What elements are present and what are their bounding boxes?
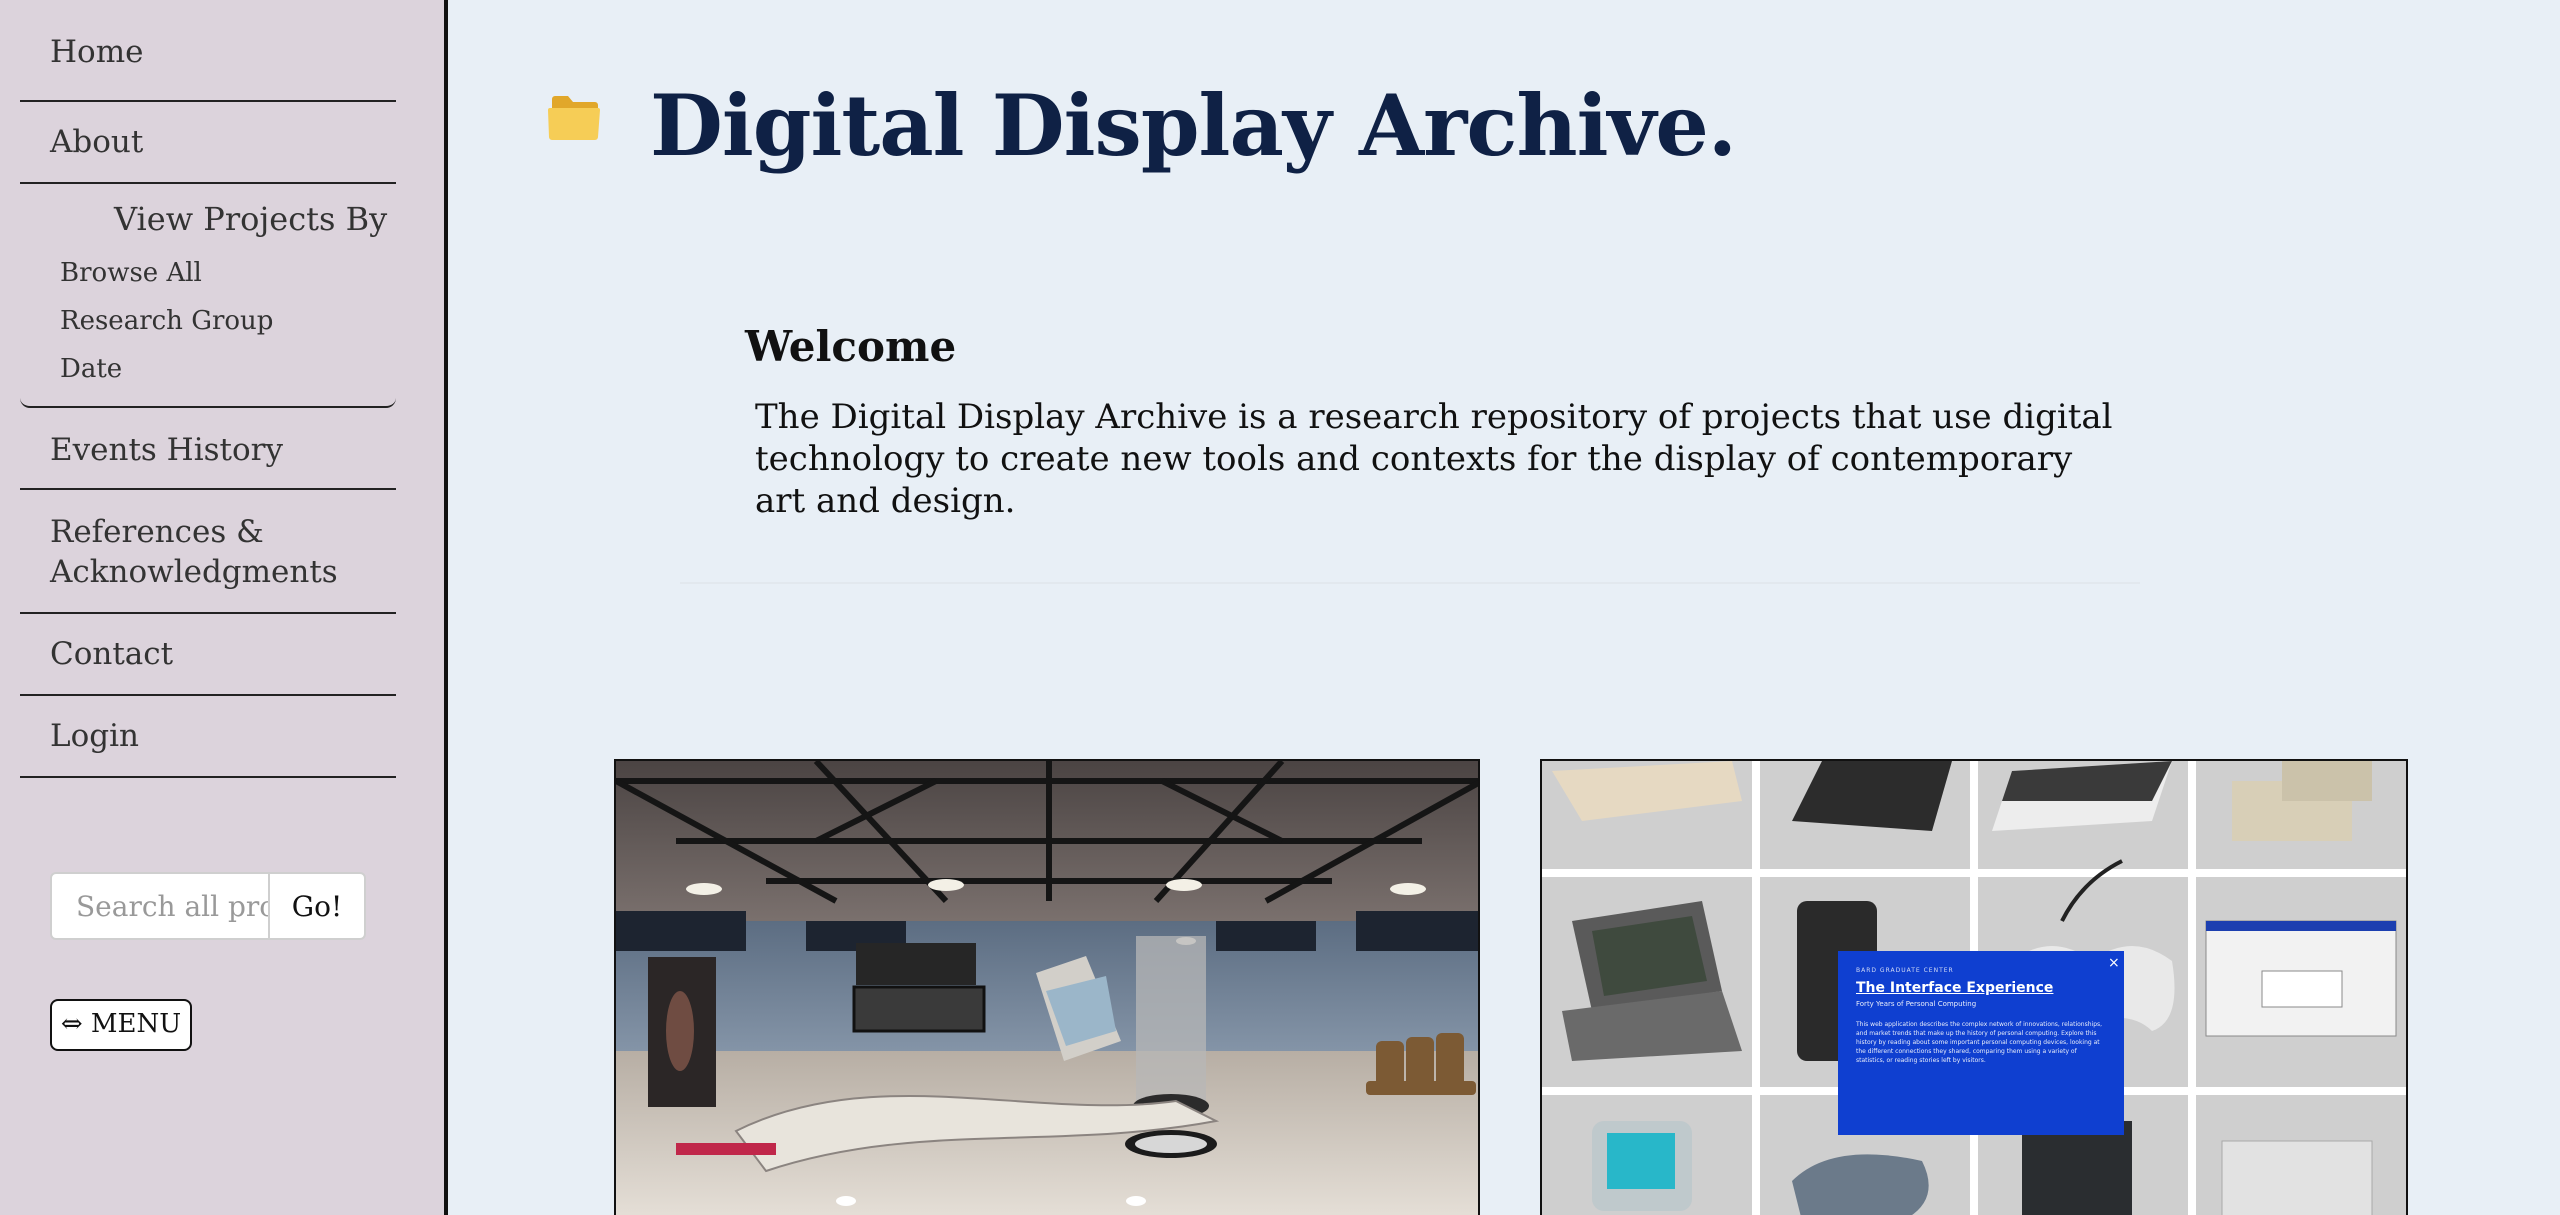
popup-title: The Interface Experience [1856, 980, 2054, 996]
research-group-link[interactable]: Research Group [60, 306, 273, 336]
svg-text:×: × [2108, 955, 2120, 971]
nav-contact[interactable]: Contact [20, 614, 396, 696]
popup-kicker: BARD GRADUATE CENTER [1856, 967, 1954, 974]
popup-subtitle: Forty Years of Personal Computing [1856, 1000, 1977, 1008]
sidebar: Home About View Projects By Browse All R… [0, 0, 448, 1215]
welcome-heading: Welcome [745, 322, 957, 371]
browse-all-link[interactable]: Browse All [60, 258, 202, 288]
nav-home[interactable]: Home [20, 32, 396, 102]
nav-login-label: Login [50, 718, 139, 754]
search-input[interactable] [52, 874, 270, 938]
nav-references[interactable]: References & Acknowledgments [20, 490, 396, 614]
popup-content: BARD GRADUATE CENTER The Interface Exper… [1856, 967, 2106, 1065]
projects-title: View Projects By [114, 200, 388, 238]
menu-toggle-button[interactable]: ⇔ MENU [50, 999, 192, 1051]
date-link[interactable]: Date [60, 354, 122, 384]
nav-events-history[interactable]: Events History [20, 408, 396, 490]
nav-events-label: Events History [50, 432, 283, 468]
nav-contact-label: Contact [50, 636, 174, 672]
nav-login[interactable]: Login [20, 696, 396, 778]
nav-about-label: About [50, 124, 144, 160]
exhibition-hall-image [616, 761, 1478, 1215]
folder-icon [548, 96, 600, 140]
project-card-interface-experience[interactable]: × BARD GRADUATE CENTER The Interface Exp… [1540, 759, 2408, 1215]
project-card-exhibition[interactable] [614, 759, 1480, 1215]
nav-home-label: Home [50, 34, 144, 70]
nav-about[interactable]: About [20, 102, 396, 184]
page-title: Digital Display Archive. [650, 76, 1737, 175]
divider [680, 582, 2140, 584]
popup-body: This web application describes the compl… [1856, 1021, 2103, 1064]
projects-group: View Projects By Browse All Research Gro… [20, 184, 396, 408]
search-box: Go! [50, 872, 366, 940]
nav-references-label: References & Acknowledgments [50, 514, 338, 590]
search-go-button[interactable]: Go! [270, 874, 364, 938]
welcome-text: The Digital Display Archive is a researc… [755, 397, 2113, 521]
